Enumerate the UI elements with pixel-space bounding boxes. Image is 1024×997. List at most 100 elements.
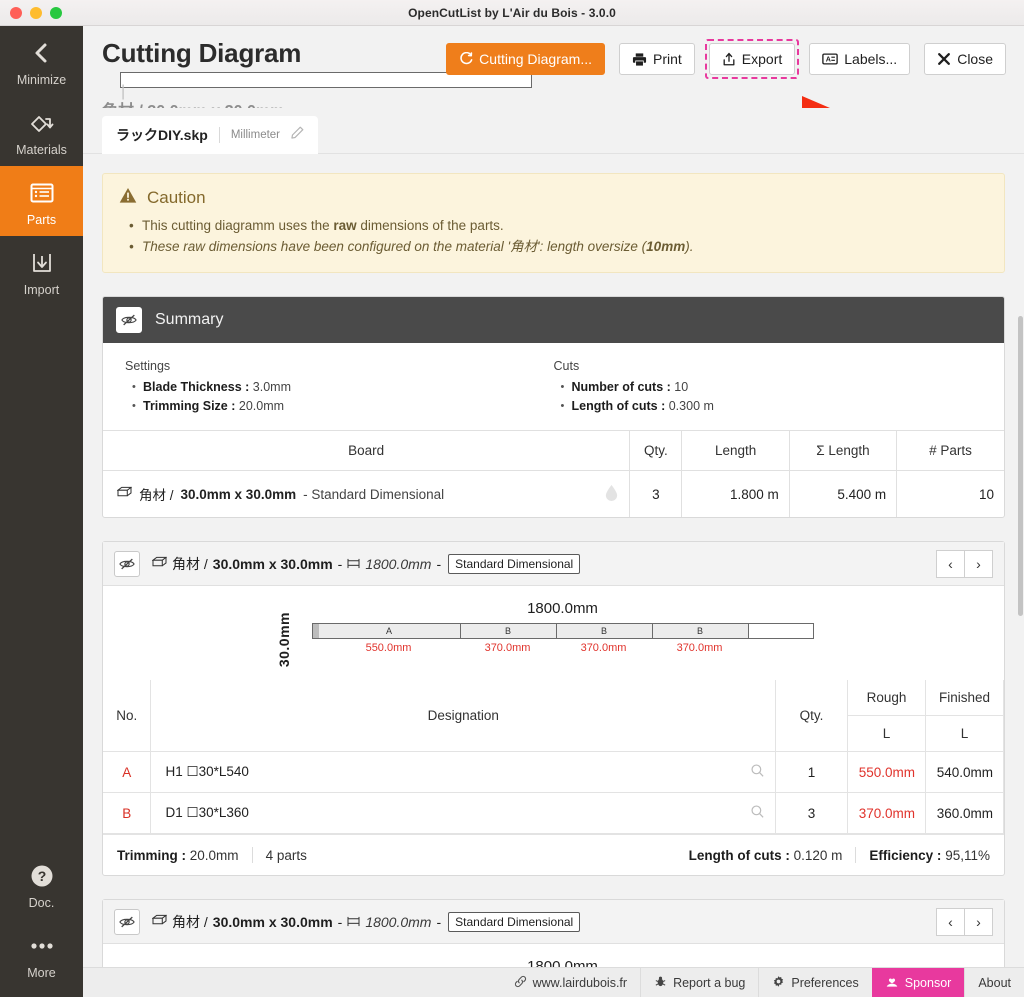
sidebar-item-more[interactable]: More (0, 919, 83, 989)
diagram-leftover (748, 624, 813, 638)
gear-icon (772, 975, 785, 991)
about-label: About (978, 975, 1011, 990)
board-header-text-2: 角材 / 30.0mm x 30.0mm - 1800.0mm - Standa… (151, 911, 581, 932)
col-qty: Qty. (629, 430, 682, 471)
export-button-label: Export (741, 51, 783, 67)
report-bug-button[interactable]: Report a bug (640, 968, 758, 997)
scrollbar-thumb[interactable] (1018, 316, 1023, 616)
col-rough: Rough (846, 680, 926, 716)
cuts-item-label: Number of cuts : (571, 380, 671, 394)
board-std-badge: Standard Dimensional (448, 911, 581, 932)
summary-settings-row: Settings Blade Thickness : 3.0mm Trimmin… (103, 343, 1004, 430)
page-header: Cutting Diagram|角材 / 30.0mm x 30.0mm Cut… (83, 26, 1024, 167)
cutting-diagram-button[interactable]: Cutting Diagram... (446, 43, 605, 75)
board-icon (116, 486, 133, 502)
tab-unit-label: Millimeter (230, 129, 281, 141)
part-qty: 1 (775, 751, 848, 793)
diagram-piece: A (318, 624, 461, 638)
drop-icon[interactable] (604, 484, 619, 504)
labels-button[interactable]: A Labels... (809, 43, 911, 75)
content-scrollbar[interactable] (1017, 154, 1024, 967)
table-row[interactable]: B D1 ☐30*L360 3 370.0mm 360.0mm (103, 792, 1005, 834)
board-card-1: 角材 / 30.0mm x 30.0mm - 1800.0mm - Standa… (102, 541, 1005, 876)
prev-board-button[interactable]: ‹ (936, 549, 965, 578)
eye-slash-icon[interactable] (116, 307, 142, 333)
close-button-label: Close (957, 51, 993, 67)
diagram-wrap-1: 30.0mm 1800.0mm A B B B 550.0mm 370.0mm … (276, 600, 814, 667)
sidebar-item-label: Materials (16, 143, 67, 157)
close-button[interactable]: Close (924, 43, 1006, 75)
col-finished-sub: L (924, 715, 1005, 752)
parts-header-row-top: No. Designation Qty. Rough Finished (103, 680, 1005, 752)
footer-divider (251, 847, 253, 863)
print-button[interactable]: Print (619, 43, 695, 75)
sidebar-item-doc[interactable]: ? Doc. (0, 849, 83, 919)
eye-slash-icon[interactable] (114, 550, 140, 577)
board-dims: 30.0mm x 30.0mm (212, 555, 333, 572)
sidebar-item-materials[interactable]: Materials (0, 96, 83, 166)
footer-divider (855, 847, 857, 863)
tab-divider (218, 127, 220, 143)
eye-slash-icon[interactable] (114, 908, 140, 935)
col-length: Length (681, 430, 790, 471)
svg-text:A: A (826, 56, 831, 64)
diagram-side-label-1: 30.0mm (275, 612, 292, 668)
cuts-length-value: 0.120 m (793, 847, 843, 863)
part-rough: 550.0mm (846, 751, 926, 793)
magnifier-icon[interactable] (750, 804, 765, 822)
next-board-button[interactable]: › (964, 907, 993, 936)
export-button[interactable]: Export (708, 43, 796, 75)
sponsor-button[interactable]: Sponsor (871, 968, 965, 997)
preferences-button[interactable]: Preferences (758, 968, 871, 997)
sidebar-item-label: Parts (26, 213, 57, 227)
about-button[interactable]: About (964, 968, 1024, 997)
svg-text:?: ? (37, 868, 46, 884)
sidebar-item-parts[interactable]: Parts (0, 166, 83, 236)
board-dash: - (337, 913, 343, 930)
board-name: 角材 / (172, 913, 208, 930)
magnifier-icon[interactable] (750, 763, 765, 781)
cuts-item: Number of cuts : 10 (561, 378, 983, 397)
prev-board-button[interactable]: ‹ (936, 907, 965, 936)
board-icon (151, 556, 168, 572)
board-card-2: 角材 / 30.0mm x 30.0mm - 1800.0mm - Standa… (102, 899, 1005, 967)
board-header-1: 角材 / 30.0mm x 30.0mm - 1800.0mm - Standa… (103, 542, 1004, 586)
diagram-wrap-2: 30.0mm 1800.0mm A A A 550.0mm 550.0mm 55… (294, 958, 814, 967)
diagram-labels-1: 550.0mm 370.0mm 370.0mm 370.0mm (312, 642, 814, 662)
part-no: A (103, 751, 152, 793)
cuts-item-value: 10 (674, 380, 689, 394)
cuts-length-label: Length of cuts : (688, 847, 790, 863)
sidebar: Minimize Materials Parts Import ? Doc. M… (0, 26, 83, 997)
parts-list-icon (27, 178, 57, 208)
cut-diagram-1: 30.0mm 1800.0mm A B B B 550.0mm 370.0mm … (103, 586, 1004, 680)
table-row[interactable]: A H1 ☐30*L540 1 550.0mm 540.0mm (103, 751, 1005, 793)
sidebar-item-minimize[interactable]: Minimize (0, 26, 83, 96)
diagram-piece: B (460, 624, 557, 638)
summary-table-head: Board Qty. Length Σ Length # Parts (103, 430, 1004, 471)
diagram-piece-label: 370.0mm (484, 642, 531, 654)
website-link[interactable]: www.lairdubois.fr (501, 968, 640, 997)
caution-item-pre: This cutting diagramm uses the (142, 218, 334, 233)
col-qty: Qty. (775, 680, 848, 752)
sidebar-item-label: Doc. (28, 896, 55, 910)
caution-item-pre: These raw dimensions have been configure… (142, 239, 647, 254)
pencil-icon[interactable] (291, 126, 304, 144)
diagram-top-label-1: 1800.0mm (527, 600, 598, 617)
efficiency-value: 95,11% (945, 847, 990, 863)
col-sum-length: Σ Length (788, 430, 897, 471)
tab-strip: ラックDIY.skp Millimeter (83, 108, 1024, 154)
board-nav-1: ‹ › (936, 549, 993, 578)
board-dash: - (337, 555, 343, 572)
trimming-value: 20.0mm (189, 847, 239, 863)
col-parts: # Parts (896, 430, 1004, 471)
export-button-highlight: Export (704, 39, 800, 79)
heart-hand-icon (885, 975, 899, 991)
tab-rack-diy[interactable]: ラックDIY.skp Millimeter (102, 116, 319, 154)
col-finished: Finished (924, 680, 1005, 716)
sidebar-item-import[interactable]: Import (0, 236, 83, 306)
next-board-button[interactable]: › (964, 549, 993, 578)
cutting-diagram-button-label: Cutting Diagram... (479, 51, 592, 67)
table-row[interactable]: 角材 / 30.0mm x 30.0mm - Standard Dimensio… (103, 470, 1004, 517)
parts-table-head-1: No. Designation Qty. Rough Finished L L (103, 680, 1005, 752)
diagram-piece-label: 370.0mm (676, 642, 723, 654)
